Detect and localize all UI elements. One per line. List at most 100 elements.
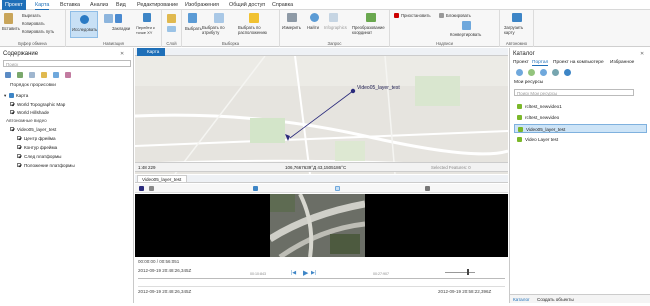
layer-checkbox-hillshade[interactable]: [10, 110, 14, 114]
select-by-attribute-button[interactable]: Выбрать по атрибуту: [202, 25, 238, 35]
pause-labels-button[interactable]: Приостановить: [401, 13, 431, 18]
contents-search-input[interactable]: Поиск: [6, 62, 18, 67]
catalog-tab-favorites[interactable]: Избранное: [610, 60, 634, 65]
tab-video-player[interactable]: Video05_layer_test: [137, 175, 187, 183]
select-icon[interactable]: [188, 13, 197, 23]
sublayer-frame-center[interactable]: Центр фрейма: [24, 136, 56, 141]
video-color-icon[interactable]: [139, 186, 144, 191]
drawing-order-icon[interactable]: [5, 72, 11, 78]
sublayer-checkbox-0[interactable]: [17, 136, 21, 140]
catalog-tab-computer[interactable]: Проект на компьютере: [553, 60, 604, 65]
snapping-list-icon[interactable]: [53, 72, 59, 78]
step-forward-icon[interactable]: ▶|: [311, 270, 316, 276]
measure-icon[interactable]: [287, 13, 297, 22]
lock-icon[interactable]: [439, 13, 444, 18]
paste-button[interactable]: Вставить: [2, 26, 20, 31]
layer-world-topographic[interactable]: World Topographic Map: [17, 102, 65, 107]
convert-labels-icon[interactable]: [462, 21, 471, 30]
select-button[interactable]: Выбрать: [185, 26, 202, 31]
tab-imagery[interactable]: Изображения: [185, 2, 219, 8]
infographics-icon[interactable]: [329, 13, 338, 22]
catalog-item[interactable]: rcltest_newvideo1: [514, 102, 647, 111]
tab-share[interactable]: Общий доступ: [229, 2, 265, 8]
tab-view[interactable]: Вид: [116, 2, 126, 8]
speed-slider[interactable]: [445, 272, 475, 273]
goto-xy-icon[interactable]: [143, 13, 151, 22]
tab-edit[interactable]: Редактирование: [137, 2, 178, 8]
tab-analysis[interactable]: Анализ: [90, 2, 108, 8]
selection-list-icon[interactable]: [29, 72, 35, 78]
measure-button[interactable]: Измерить: [282, 25, 301, 30]
tab-map[interactable]: Карта: [35, 2, 50, 10]
video-timeline[interactable]: [138, 278, 505, 279]
catalog-search[interactable]: Поиск Мои ресурсы: [514, 89, 634, 96]
explore-button[interactable]: Исследовать: [70, 11, 98, 38]
close-icon[interactable]: ✕: [120, 51, 124, 57]
copy-path-button[interactable]: Копировать путь: [22, 29, 54, 34]
layer-checkbox-video[interactable]: [10, 127, 14, 131]
globe-icon[interactable]: [104, 14, 113, 23]
sublayer-checkbox-3[interactable]: [17, 163, 21, 167]
selected-features[interactable]: Selected Features: 0: [431, 165, 471, 170]
select-by-location-button[interactable]: Выбрать по расположению: [238, 25, 278, 35]
sublayer-frame-outline[interactable]: Контур фрейма: [24, 145, 57, 150]
catalog-close-icon[interactable]: ✕: [640, 51, 644, 57]
data-source-icon[interactable]: [17, 72, 23, 78]
living-atlas-icon[interactable]: [552, 69, 559, 76]
bookmark-icon[interactable]: [115, 14, 122, 23]
catalog-tab-portal[interactable]: Портал: [532, 60, 549, 66]
map-scale[interactable]: 1:48 229: [138, 165, 156, 170]
map-node[interactable]: Карта: [16, 93, 28, 98]
video-active-tool-icon[interactable]: [335, 186, 340, 191]
organization-icon[interactable]: [540, 69, 547, 76]
step-back-icon[interactable]: |◀: [291, 270, 296, 276]
my-content-icon[interactable]: [516, 69, 523, 76]
contents-search[interactable]: Поиск: [3, 60, 131, 67]
sublayer-platform-position[interactable]: Положение платформы: [24, 163, 75, 168]
tab-help[interactable]: Справка: [272, 2, 293, 8]
map-canvas[interactable]: Video05_layer_test: [135, 56, 508, 174]
catalog-search-input[interactable]: Поиск Мои ресурсы: [517, 91, 557, 96]
basemap-icon[interactable]: [167, 26, 176, 32]
convert-labels-button[interactable]: Конвертировать: [450, 32, 481, 37]
download-map-icon[interactable]: [512, 13, 522, 22]
sublayer-checkbox-2[interactable]: [17, 154, 21, 158]
locate-icon[interactable]: [310, 13, 319, 22]
tab-map-view[interactable]: Карта: [137, 48, 165, 56]
pause-icon[interactable]: [394, 13, 399, 18]
video-export-icon[interactable]: [425, 186, 430, 191]
bottom-tab-catalog[interactable]: Каталог: [513, 297, 530, 302]
sublayer-platform-track[interactable]: След платформы: [24, 154, 61, 159]
select-by-attribute-icon[interactable]: [214, 13, 224, 23]
copy-button[interactable]: Копировать: [22, 21, 45, 26]
layer-checkbox-topo[interactable]: [10, 102, 14, 106]
video-tool-icon[interactable]: [149, 186, 154, 191]
video-frame[interactable]: [135, 194, 508, 257]
convert-coordinates-icon[interactable]: [366, 13, 376, 22]
catalog-item-selected[interactable]: Video05_layer_test: [514, 124, 647, 133]
tab-insert[interactable]: Вставка: [60, 2, 80, 8]
download-map-button[interactable]: Загрузить карту: [504, 25, 532, 35]
layer-video05[interactable]: Video05_layer_test: [17, 127, 56, 132]
locate-button[interactable]: Найти: [307, 25, 319, 30]
video-zoom-icon[interactable]: [253, 186, 258, 191]
catalog-item[interactable]: Video Layer test: [514, 135, 647, 144]
select-by-location-icon[interactable]: [249, 13, 259, 23]
bottom-tab-create-features[interactable]: Создать объекты: [537, 297, 574, 302]
sublayer-checkbox-1[interactable]: [17, 145, 21, 149]
bookmarks-button[interactable]: Закладки: [112, 26, 130, 31]
goto-xy-button[interactable]: Перейти к точке XY: [136, 25, 162, 35]
paste-icon[interactable]: [4, 13, 13, 24]
speed-slider-handle[interactable]: [467, 269, 469, 275]
lock-labels-button[interactable]: Блокировать: [446, 13, 471, 18]
auto-video-group[interactable]: Автономные видео: [6, 118, 47, 123]
portal-cloud-icon[interactable]: [564, 69, 571, 76]
catalog-item[interactable]: rcltest_newvideo: [514, 113, 647, 122]
edit-list-icon[interactable]: [41, 72, 47, 78]
convert-coordinates-button[interactable]: Преобразование координат: [352, 25, 390, 35]
collapse-icon[interactable]: ▾: [4, 93, 6, 99]
tab-project[interactable]: Проект: [2, 0, 26, 10]
labeling-list-icon[interactable]: [65, 72, 71, 78]
infographics-button[interactable]: Infographics: [324, 25, 347, 30]
play-icon[interactable]: ▶: [303, 269, 308, 277]
